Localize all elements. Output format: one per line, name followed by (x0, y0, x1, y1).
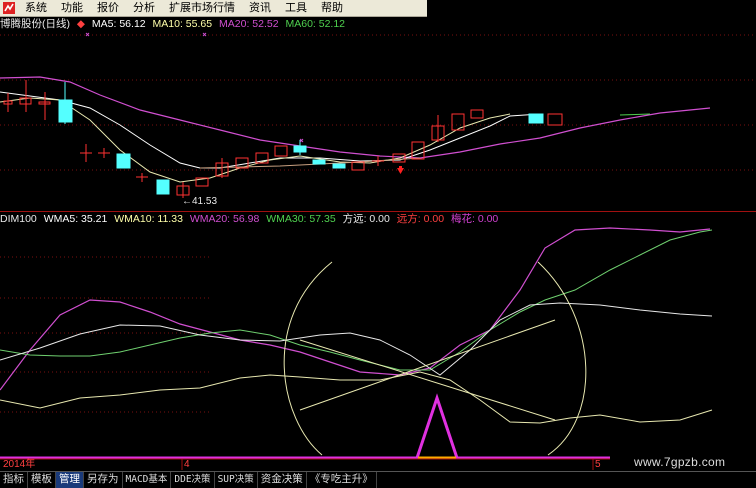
candle (332, 163, 346, 169)
candle (58, 82, 73, 124)
candle (372, 156, 384, 166)
tab-macd[interactable]: MACD基本 (123, 472, 172, 488)
candle (528, 113, 544, 124)
tab-dde[interactable]: DDE决策 (171, 472, 215, 488)
tab-fund[interactable]: 资金决策 (258, 472, 307, 488)
candle (136, 173, 148, 182)
date-label-month-4: 4 (184, 459, 190, 470)
left-arc (283, 261, 333, 456)
candle (312, 159, 326, 165)
date-label-month-5: 5 (595, 459, 601, 470)
wma10-line (0, 302, 713, 376)
bottom-tab-bar: 指标 模板 管理 另存为 MACD基本 DDE决策 SUP决策 资金决策 《专吃… (0, 471, 756, 488)
right-arc (537, 261, 587, 456)
candle (274, 145, 288, 157)
tab-indicator[interactable]: 指标 (0, 472, 28, 488)
date-label-year: 2014年 (3, 459, 36, 470)
candle (293, 140, 307, 155)
ma60-line (199, 157, 421, 169)
wma20-line (0, 227, 711, 391)
candles (3, 80, 563, 198)
low-price-marker: ←41.53 (182, 196, 217, 207)
candle (98, 148, 110, 158)
chart-canvas[interactable]: ←41.53 (0, 0, 756, 487)
signal-spike (415, 393, 459, 459)
candle (38, 92, 51, 120)
wma5-line (0, 371, 713, 424)
buy-arrow-icon (397, 166, 404, 174)
tab-save-as[interactable]: 另存为 (84, 472, 123, 488)
candle (547, 113, 563, 126)
candle (156, 179, 170, 195)
candle (80, 144, 92, 162)
tab-manage[interactable]: 管理 (56, 472, 84, 488)
tab-main-rise[interactable]: 《专吃主升》 (307, 472, 377, 488)
ma60-green-line (619, 113, 651, 116)
watermark-text: www.7gpzb.com (634, 455, 726, 469)
candle (470, 109, 484, 119)
top-marks (85, 32, 304, 143)
wma30-line (0, 229, 713, 371)
candle (3, 93, 13, 112)
main-grid (0, 34, 756, 171)
candle (116, 153, 131, 169)
tab-sup[interactable]: SUP决策 (215, 472, 258, 488)
tab-template[interactable]: 模板 (28, 472, 56, 488)
